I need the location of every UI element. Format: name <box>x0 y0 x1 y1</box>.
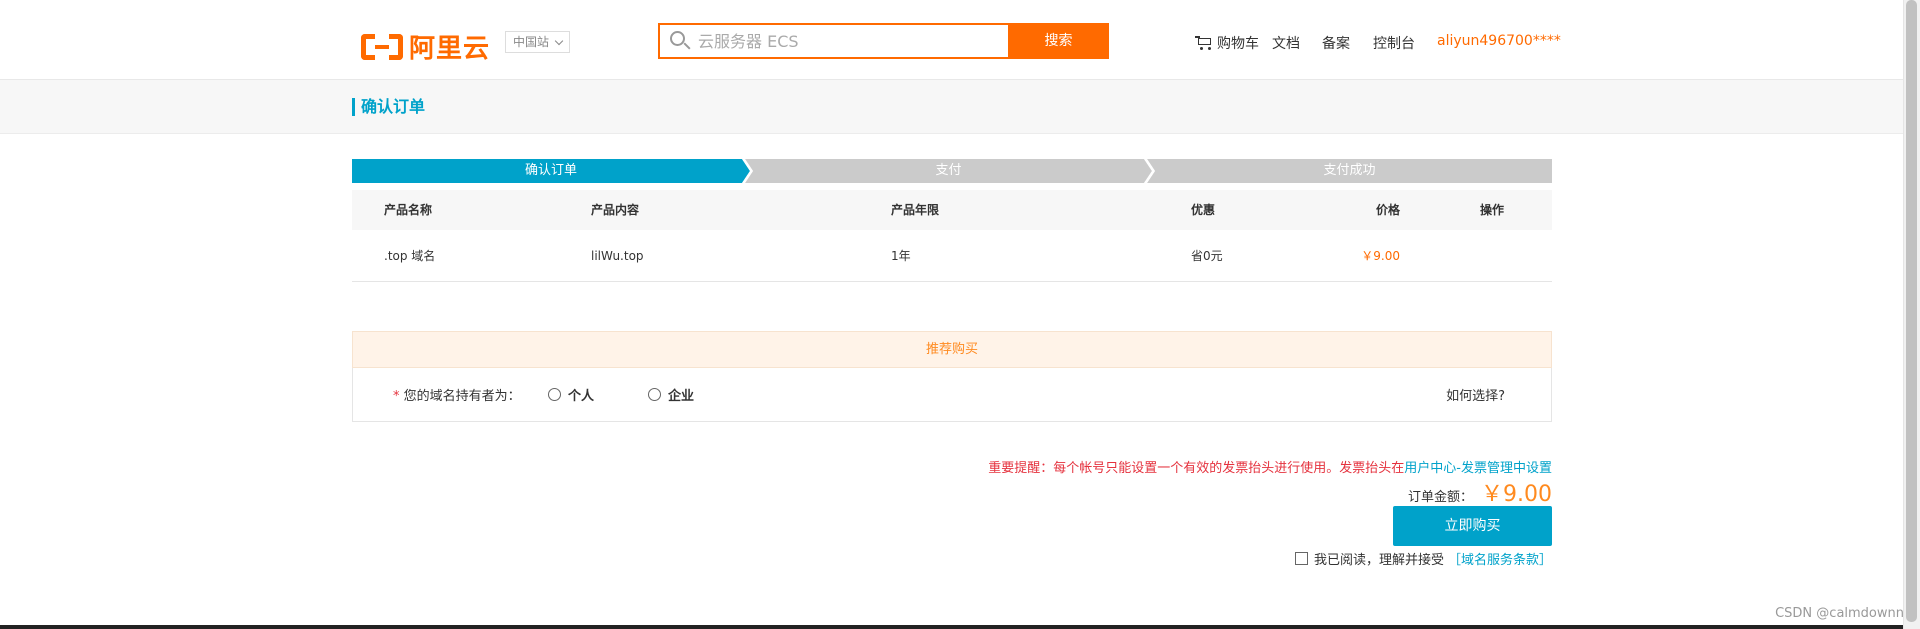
owner-personal-label: 个人 <box>568 389 595 404</box>
top-header: 阿里云 中国站 搜索 购物车 文档 备案 控制台 aliyun496700***… <box>0 0 1903 80</box>
cart-label: 购物车 <box>1217 36 1259 52</box>
docs-link[interactable]: 文档 <box>1272 33 1300 53</box>
agreement-row: 我已阅读，理解并接受 ［域名服务条款］ <box>1294 549 1552 568</box>
vertical-scrollbar[interactable] <box>1903 0 1920 629</box>
buy-now-button[interactable]: 立即购买 <box>1393 506 1552 546</box>
order-total: 订单金额： ￥9.00 <box>1408 476 1552 508</box>
invoice-settings-link[interactable]: 用户中心-发票管理中设置 <box>1404 461 1552 476</box>
total-amount: ￥9.00 <box>1481 482 1552 507</box>
title-band <box>0 80 1903 134</box>
step-confirm-order: 确认订单 <box>352 159 750 183</box>
product-name: .top 域名 <box>384 249 436 263</box>
region-dropdown[interactable]: 中国站 <box>505 31 571 53</box>
search-button[interactable]: 搜索 <box>1008 23 1109 59</box>
aliyun-logo[interactable]: 阿里云 <box>361 28 490 65</box>
how-to-choose-link[interactable]: 如何选择? <box>1446 385 1505 404</box>
owner-enterprise-label: 企业 <box>668 389 695 404</box>
cart-icon <box>1195 35 1213 51</box>
col-price: 价格 <box>1375 203 1400 217</box>
col-product-name: 产品名称 <box>384 203 433 217</box>
search-box <box>658 23 1008 59</box>
recommend-header: 推荐购买 <box>352 331 1552 368</box>
product-discount: 省0元 <box>1191 249 1223 263</box>
console-link[interactable]: 控制台 <box>1373 33 1415 53</box>
user-account-link[interactable]: aliyun496700**** <box>1437 33 1561 49</box>
chevron-down-icon <box>554 36 564 45</box>
required-mark: * <box>393 389 400 404</box>
col-product-term: 产品年限 <box>891 203 940 217</box>
watermark: CSDN @calmdownn <box>1775 606 1904 621</box>
owner-label-text: 您的域名持有者为： <box>403 389 521 404</box>
owner-section: * 您的域名持有者为： 个人 企业 如何选择? <box>352 368 1552 422</box>
bottom-divider <box>0 625 1903 629</box>
product-content: lilWu.top <box>591 249 644 263</box>
logo-text: 阿里云 <box>409 34 491 64</box>
product-term: 1年 <box>891 249 911 263</box>
owner-personal-radio[interactable]: 个人 <box>548 385 594 404</box>
order-table: 产品名称 产品内容 产品年限 优惠 价格 操作 .top 域名 lilWu.to… <box>352 190 1552 282</box>
step-pay: 支付 <box>745 159 1152 183</box>
beian-link[interactable]: 备案 <box>1322 33 1350 53</box>
cart-link[interactable]: 购物车 <box>1195 33 1259 53</box>
notice-text: 重要提醒：每个帐号只能设置一个有效的发票抬头进行使用。发票抬头在 <box>988 461 1405 476</box>
page-title: 确认订单 <box>352 98 425 116</box>
order-steps: 确认订单 支付 支付成功 <box>352 159 1552 183</box>
search-icon <box>666 25 698 57</box>
domain-terms-link[interactable]: ［域名服务条款］ <box>1448 549 1552 568</box>
product-price: ￥9.00 <box>1361 249 1400 263</box>
search-input[interactable] <box>698 26 988 56</box>
col-product-content: 产品内容 <box>591 203 640 217</box>
radio-circle[interactable] <box>648 388 661 401</box>
col-discount: 优惠 <box>1191 203 1216 217</box>
step-pay-success: 支付成功 <box>1147 159 1552 183</box>
agree-text: 我已阅读，理解并接受 <box>1313 553 1444 568</box>
col-action: 操作 <box>1480 203 1505 217</box>
aliyun-logo-icon <box>361 32 403 62</box>
region-label: 中国站 <box>513 35 550 49</box>
scrollbar-thumb[interactable] <box>1906 0 1917 622</box>
total-label: 订单金额： <box>1407 490 1473 505</box>
agree-checkbox[interactable] <box>1294 552 1308 565</box>
owner-label: * 您的域名持有者为： <box>393 385 521 404</box>
owner-enterprise-radio[interactable]: 企业 <box>648 385 694 404</box>
page: 阿里云 中国站 搜索 购物车 文档 备案 控制台 aliyun496700***… <box>0 0 1920 629</box>
table-header: 产品名称 产品内容 产品年限 优惠 价格 操作 <box>352 190 1552 230</box>
table-row: .top 域名 lilWu.top 1年 省0元 ￥9.00 <box>352 230 1552 282</box>
radio-circle[interactable] <box>548 388 561 401</box>
invoice-notice: 重要提醒：每个帐号只能设置一个有效的发票抬头进行使用。发票抬头在用户中心-发票管… <box>988 457 1552 476</box>
